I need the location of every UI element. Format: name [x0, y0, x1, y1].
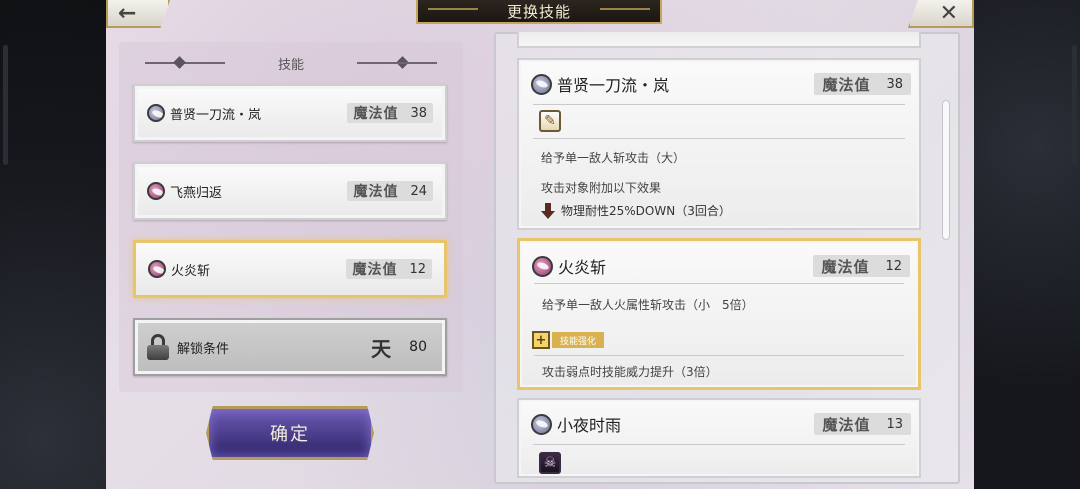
- skill-orb-icon: [147, 104, 165, 122]
- mp-value: 38: [886, 76, 903, 92]
- skill-card-3[interactable]: 小夜时雨 魔法值 13 ☠: [517, 398, 921, 478]
- card-divider: [533, 104, 905, 105]
- mp-label: 魔法值: [353, 106, 399, 122]
- mp-value: 38: [410, 105, 427, 121]
- skill-orb-icon: [531, 413, 552, 435]
- plus-icon: +: [532, 331, 550, 349]
- skill-card-2[interactable]: 火炎斩 魔法值 12 给予单一敌人火属性斩攻击（小 5倍） + 技能强化 攻击弱…: [517, 238, 921, 390]
- locked-skill-slot[interactable]: 解锁条件 天 80: [133, 318, 447, 376]
- skill-slot-name: 火炎斩: [171, 263, 211, 279]
- skill-slot-name: 普贤一刀流・岚: [170, 107, 262, 123]
- skill-card-1[interactable]: 普贤一刀流・岚 魔法值 38 ✎ 给予单一敌人斩攻击（大） 攻击对象附加以下效果…: [517, 58, 921, 230]
- debuff-text: 物理耐性25%DOWN（3回合）: [561, 204, 731, 218]
- skill-effect-intro: 攻击对象附加以下效果: [541, 181, 662, 195]
- edge-bar-right: [1072, 45, 1077, 165]
- card-title: 火炎斩: [558, 258, 607, 277]
- background-left: [0, 0, 108, 489]
- skill-slot-name: 飞燕归返: [170, 185, 223, 201]
- background-right: [972, 0, 1080, 489]
- enhance-description: 攻击弱点时技能威力提升（3倍）: [542, 365, 718, 379]
- mp-label: 魔法值: [352, 262, 398, 278]
- page-title: 更换技能: [506, 2, 571, 21]
- debuff-line: 物理耐性25%DOWN（3回合）: [541, 202, 731, 219]
- skill-slot-2[interactable]: 飞燕归返 魔法值 24: [133, 162, 447, 220]
- divider-diamond-left: [173, 56, 186, 69]
- mp-value: 24: [410, 183, 427, 199]
- skull-icon: ☠: [539, 452, 561, 474]
- mp-label: 魔法值: [821, 257, 870, 276]
- rank-icon: 天: [371, 336, 392, 361]
- mp-value: 12: [885, 258, 902, 274]
- close-button[interactable]: ✕: [908, 0, 974, 28]
- mp-label: 魔法值: [353, 184, 399, 200]
- enhance-tag: 技能强化: [552, 332, 605, 348]
- mp-cost-box: 魔法值 24: [347, 181, 433, 201]
- confirm-label: 确定: [270, 424, 310, 445]
- back-button[interactable]: ←: [106, 0, 170, 28]
- mp-value: 13: [886, 416, 903, 432]
- enhance-badge: + 技能强化: [532, 331, 605, 349]
- lock-icon: [147, 334, 169, 360]
- mp-label: 魔法值: [822, 75, 871, 94]
- close-icon: ✕: [939, 0, 958, 26]
- skill-orb-icon: [148, 260, 166, 278]
- unlock-condition-label: 解锁条件: [177, 341, 230, 357]
- mp-value: 12: [409, 261, 426, 277]
- card-divider: [534, 283, 904, 284]
- page-title-plate: 更换技能: [416, 0, 662, 24]
- title-ornament-right: [600, 8, 650, 10]
- down-arrow-icon: [541, 202, 555, 219]
- divider-right: [357, 62, 437, 64]
- card-title: 普贤一刀流・岚: [557, 76, 670, 95]
- card-header: 火炎斩 魔法值 12: [532, 254, 910, 278]
- skill-slot-1[interactable]: 普贤一刀流・岚 魔法值 38: [133, 84, 447, 142]
- skill-orb-icon: [147, 182, 165, 200]
- back-arrow-icon: ←: [118, 0, 137, 26]
- card-divider: [533, 444, 905, 445]
- skill-description: 给予单一敌人斩攻击（大）: [541, 151, 686, 165]
- mp-cost-box: 魔法值 13: [814, 413, 911, 435]
- mp-cost-box: 魔法值 38: [347, 103, 433, 123]
- mp-label: 魔法值: [822, 415, 871, 434]
- title-ornament-left: [428, 8, 478, 10]
- section-title-label: 技能: [277, 57, 304, 73]
- mp-cost-box: 魔法值 12: [346, 259, 432, 279]
- confirm-button[interactable]: 确定: [206, 406, 374, 460]
- scrollbar[interactable]: [942, 100, 950, 240]
- skill-orb-icon: [531, 73, 552, 95]
- skill-description: 给予单一敌人火属性斩攻击（小 5倍）: [542, 298, 754, 312]
- unlock-value: 80: [409, 339, 427, 355]
- previous-card-stub: [517, 32, 921, 48]
- edge-bar-left: [3, 45, 8, 165]
- card-header: 普贤一刀流・岚 魔法值 38: [531, 72, 911, 96]
- skill-orb-icon: [532, 255, 553, 277]
- section-title: 技能: [145, 52, 437, 74]
- card-title: 小夜时雨: [557, 416, 622, 435]
- card-divider: [534, 355, 904, 356]
- card-header: 小夜时雨 魔法值 13: [531, 412, 911, 436]
- sword-icon: ✎: [539, 110, 561, 132]
- mp-cost-box: 魔法值 38: [814, 73, 911, 95]
- card-divider: [533, 138, 905, 139]
- skill-slot-3[interactable]: 火炎斩 魔法值 12: [133, 240, 447, 298]
- mp-cost-box: 魔法值 12: [813, 255, 910, 277]
